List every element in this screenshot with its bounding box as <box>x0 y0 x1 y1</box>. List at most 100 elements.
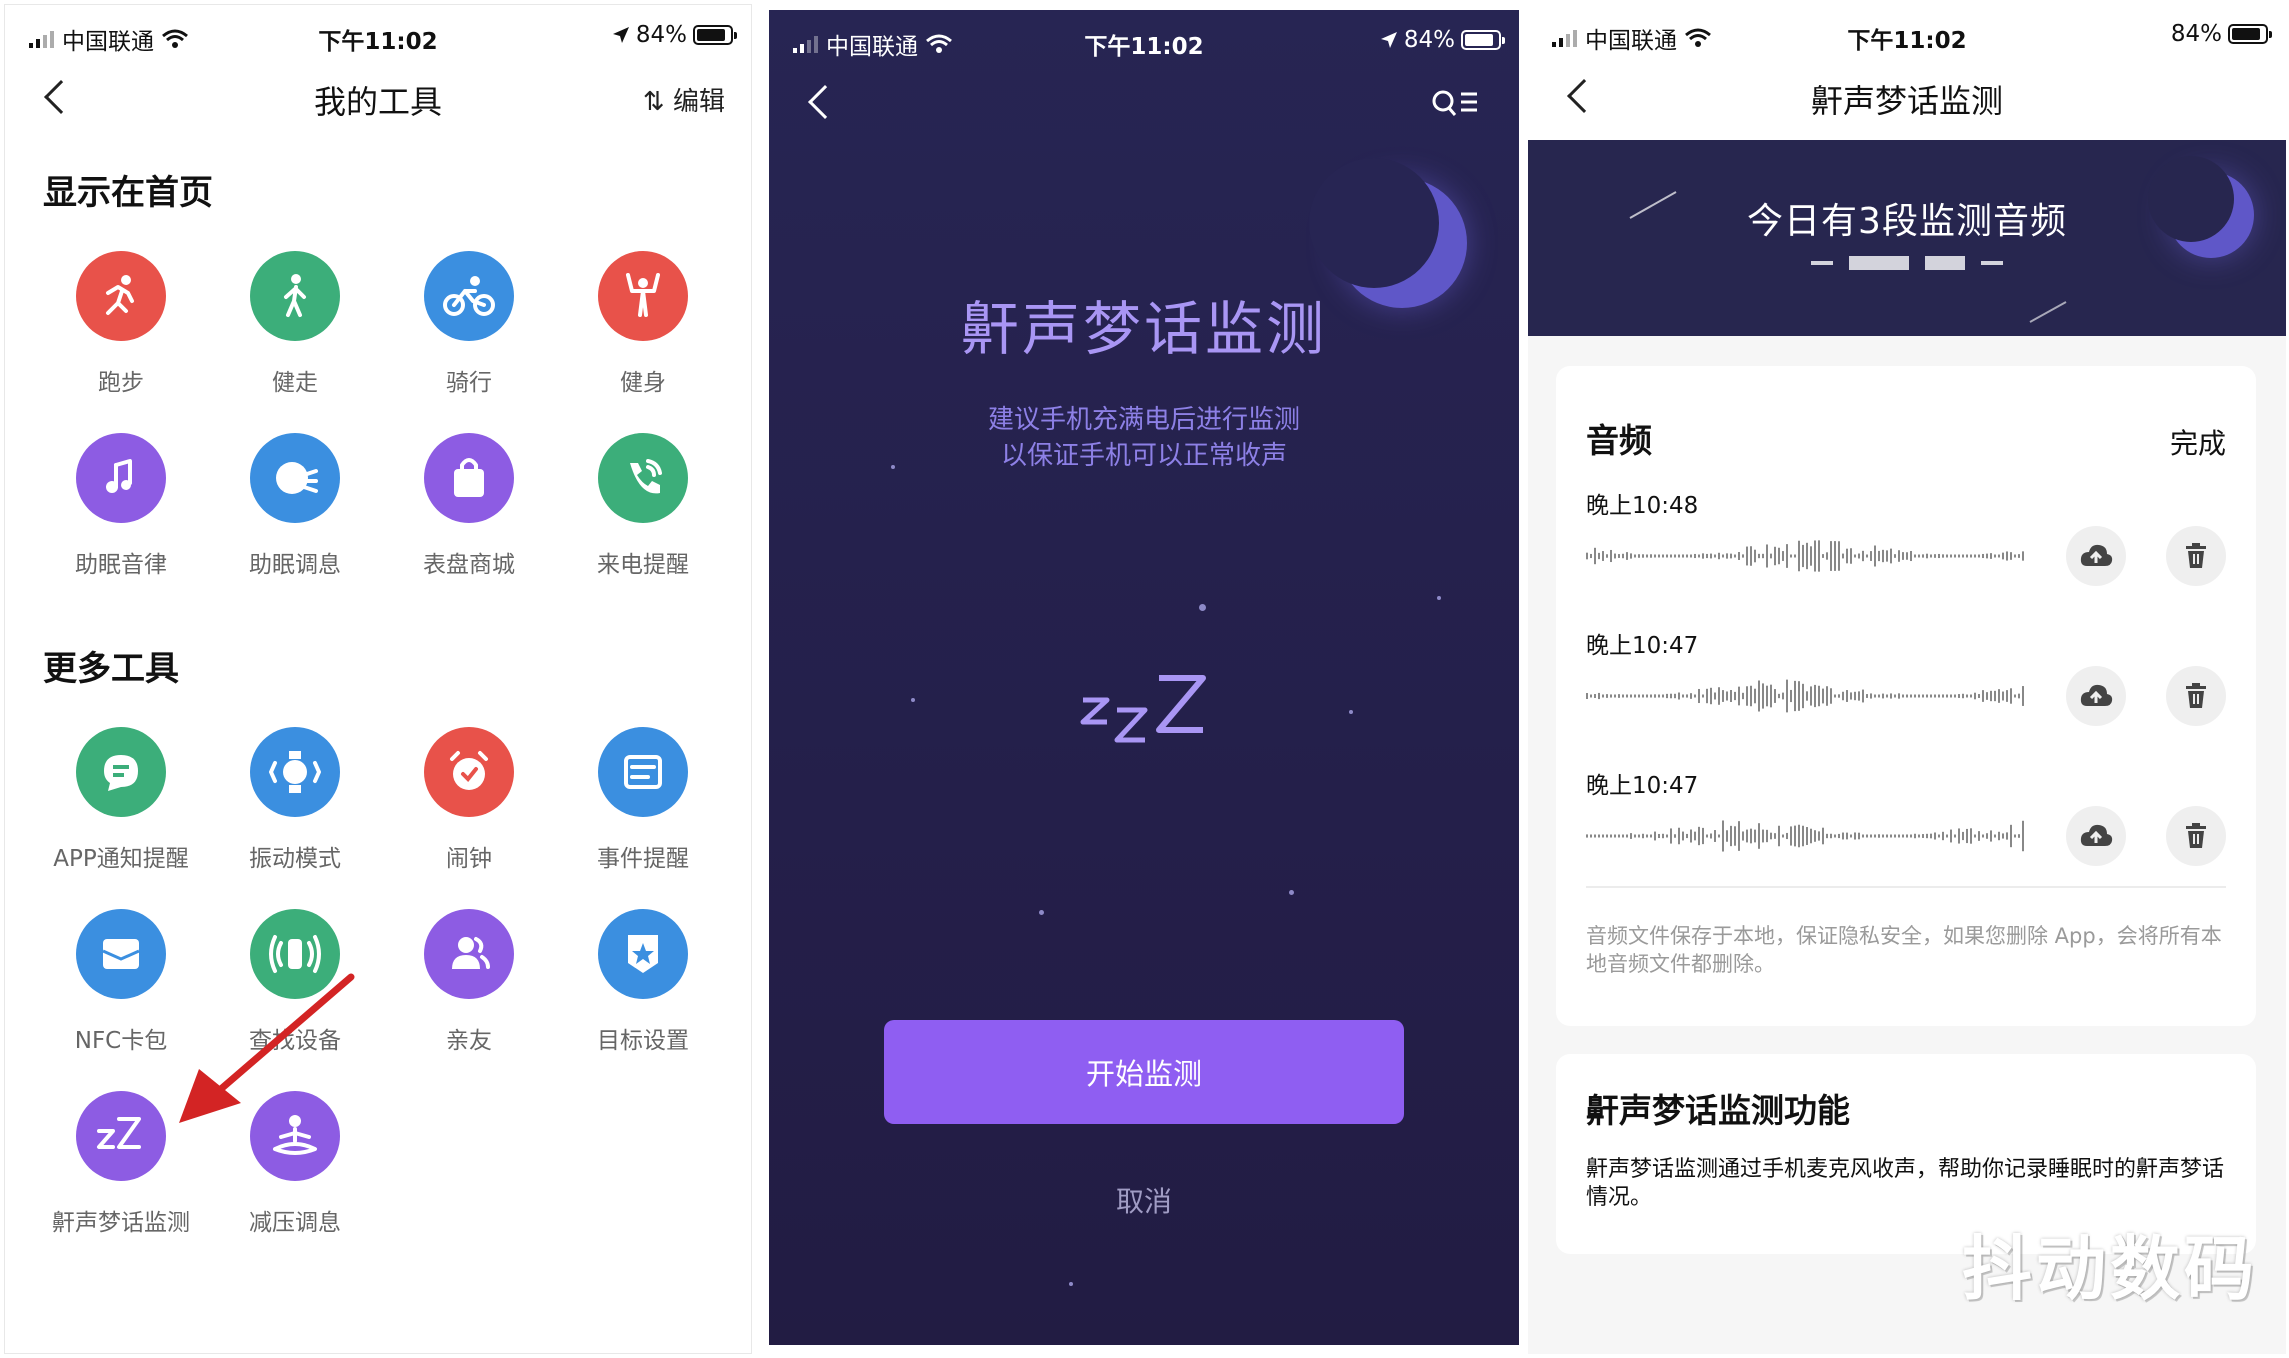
tool-label: 健身 <box>620 370 666 396</box>
screenshot-collage: 中国联通 下午11:02 84% 我的工具 ⇅ 编辑 显示在首页 跑步 健走 骑行 健… <box>0 0 2289 1358</box>
done-button[interactable]: 完成 <box>2170 422 2226 462</box>
vibration-icon <box>250 727 340 817</box>
audio-heading: 音频 <box>1586 421 1652 460</box>
shopping-bag-icon <box>424 433 514 523</box>
tool-label: 闹钟 <box>446 846 492 872</box>
tool-label: 振动模式 <box>249 846 341 872</box>
tool-item[interactable]: 助眠调息 <box>205 433 385 579</box>
snore-records-screen: 中国联通 下午11:02 84% 鼾声梦话监测 今日有3段监测音频 音频 完成 … <box>1528 4 2286 1354</box>
delete-button[interactable] <box>2166 806 2226 866</box>
tool-item[interactable]: 振动模式 <box>205 727 385 873</box>
recording-time: 晚上10:47 <box>1586 773 1699 799</box>
upload-button[interactable] <box>2066 666 2126 726</box>
cloud-upload-icon <box>2080 544 2113 566</box>
tool-item[interactable]: 跑步 <box>31 251 211 397</box>
tool-item[interactable]: 表盘商城 <box>379 433 559 579</box>
tool-item[interactable]: 助眠音律 <box>31 433 211 579</box>
breathing-face-icon <box>250 433 340 523</box>
tool-label: 表盘商城 <box>423 552 515 578</box>
recording-time: 晚上10:47 <box>1586 633 1699 659</box>
goal-badge-icon <box>598 909 688 999</box>
tool-label: 助眠音律 <box>75 552 167 578</box>
delete-button[interactable] <box>2166 526 2226 586</box>
waveform <box>1586 820 2024 852</box>
waveform <box>1586 540 2024 572</box>
battery-percent: 84% <box>2170 21 2222 47</box>
cancel-button[interactable]: 取消 <box>769 1180 1519 1220</box>
tool-item[interactable]: 事件提醒 <box>553 727 733 873</box>
sort-icon: ⇅ <box>642 87 665 117</box>
music-note-icon <box>76 433 166 523</box>
tool-item[interactable]: 健走 <box>205 251 385 397</box>
card-wallet-icon <box>76 909 166 999</box>
intro-subtitle: 建议手机充满电后进行监测 以保证手机可以正常收声 <box>987 405 1300 471</box>
cloud-upload-icon <box>2080 824 2113 846</box>
trash-icon <box>2186 683 2206 708</box>
search-list-icon[interactable] <box>1431 88 1481 118</box>
star <box>1039 910 1044 915</box>
red-arrow-annotation <box>179 973 355 1123</box>
audio-card: 音频 完成 晚上10:48 晚上10:47 晚上10:47 音频文件保存于本地，… <box>1556 366 2256 1026</box>
tool-label: 鼾声梦话监测 <box>52 1210 190 1236</box>
battery-percent: 84% <box>635 22 687 48</box>
tool-label: 跑步 <box>98 370 144 396</box>
upload-button[interactable] <box>2066 806 2126 866</box>
tool-label: APP通知提醒 <box>53 846 189 872</box>
my-tools-screen: 中国联通 下午11:02 84% 我的工具 ⇅ 编辑 显示在首页 跑步 健走 骑行 健… <box>4 4 752 1354</box>
feature-description: 鼾声梦话监测通过手机麦克风收声，帮助你记录睡眠时的鼾声梦话情况。 <box>1586 1157 2225 1210</box>
star <box>1437 596 1441 600</box>
section-title-home: 显示在首页 <box>43 173 213 213</box>
watermark: 抖动数码 <box>1962 1228 2258 1310</box>
tool-label: 骑行 <box>446 370 492 396</box>
tool-item[interactable]: 目标设置 <box>553 909 733 1055</box>
trash-icon <box>2186 823 2206 848</box>
star <box>1289 890 1294 895</box>
divider <box>1586 886 2226 888</box>
battery-icon <box>693 25 737 45</box>
nav-bar <box>769 72 1519 146</box>
phone-call-icon <box>598 433 688 523</box>
start-monitoring-button[interactable]: 开始监测 <box>884 1020 1404 1124</box>
friends-icon <box>424 909 514 999</box>
status-bar: 中国联通 下午11:02 84% <box>5 5 751 67</box>
cloud-upload-icon <box>2080 684 2113 706</box>
back-chevron-icon[interactable] <box>808 85 842 119</box>
battery-percent: 84% <box>1403 27 1455 53</box>
storage-note: 音频文件保存于本地，保证隐私安全，如果您删除 App，会将所有本地音频文件都删除… <box>1586 924 2222 976</box>
battery-icon <box>2228 24 2272 44</box>
tool-item[interactable]: 亲友 <box>379 909 559 1055</box>
tool-item[interactable]: 骑行 <box>379 251 559 397</box>
alarm-clock-icon <box>424 727 514 817</box>
tool-item[interactable]: 健身 <box>553 251 733 397</box>
star <box>1349 710 1353 714</box>
location-arrow-icon <box>612 27 629 43</box>
location-arrow-icon <box>1380 32 1397 48</box>
tool-item[interactable]: 来电提醒 <box>553 433 733 579</box>
recording-time: 晚上10:48 <box>1586 493 1699 519</box>
feature-heading: 鼾声梦话监测功能 <box>1586 1091 1850 1130</box>
tool-label: 亲友 <box>446 1028 492 1054</box>
running-icon <box>76 251 166 341</box>
tool-label: 健走 <box>272 370 318 396</box>
tool-item[interactable]: 闹钟 <box>379 727 559 873</box>
trash-icon <box>2186 543 2206 568</box>
chat-bubble-icon <box>76 727 166 817</box>
banner-title: 今日有3段监测音频 <box>1747 201 2067 242</box>
star <box>1069 1282 1073 1286</box>
banner-indicator <box>1528 256 2286 270</box>
section-title-more: 更多工具 <box>43 649 179 689</box>
fitness-icon <box>598 251 688 341</box>
page-title: 鼾声梦话监测 <box>1810 82 2003 120</box>
shooting-star-icon <box>2029 301 2067 323</box>
upload-button[interactable] <box>2066 526 2126 586</box>
cycling-icon <box>424 251 514 341</box>
event-card-icon <box>598 727 688 817</box>
delete-button[interactable] <box>2166 666 2226 726</box>
nav-bar: 鼾声梦话监测 <box>1528 66 2286 140</box>
tool-label: 减压调息 <box>249 1210 341 1236</box>
tool-item[interactable]: APP通知提醒 <box>31 727 211 873</box>
snore-intro-screen: 中国联通 下午11:02 84% 鼾声梦话监测 建议手机充满电后进行监测 以保证… <box>769 10 1519 1345</box>
edit-button[interactable]: ⇅ 编辑 <box>643 81 725 118</box>
zz-sleep-icon <box>76 1091 166 1181</box>
tool-label: 目标设置 <box>597 1028 689 1054</box>
